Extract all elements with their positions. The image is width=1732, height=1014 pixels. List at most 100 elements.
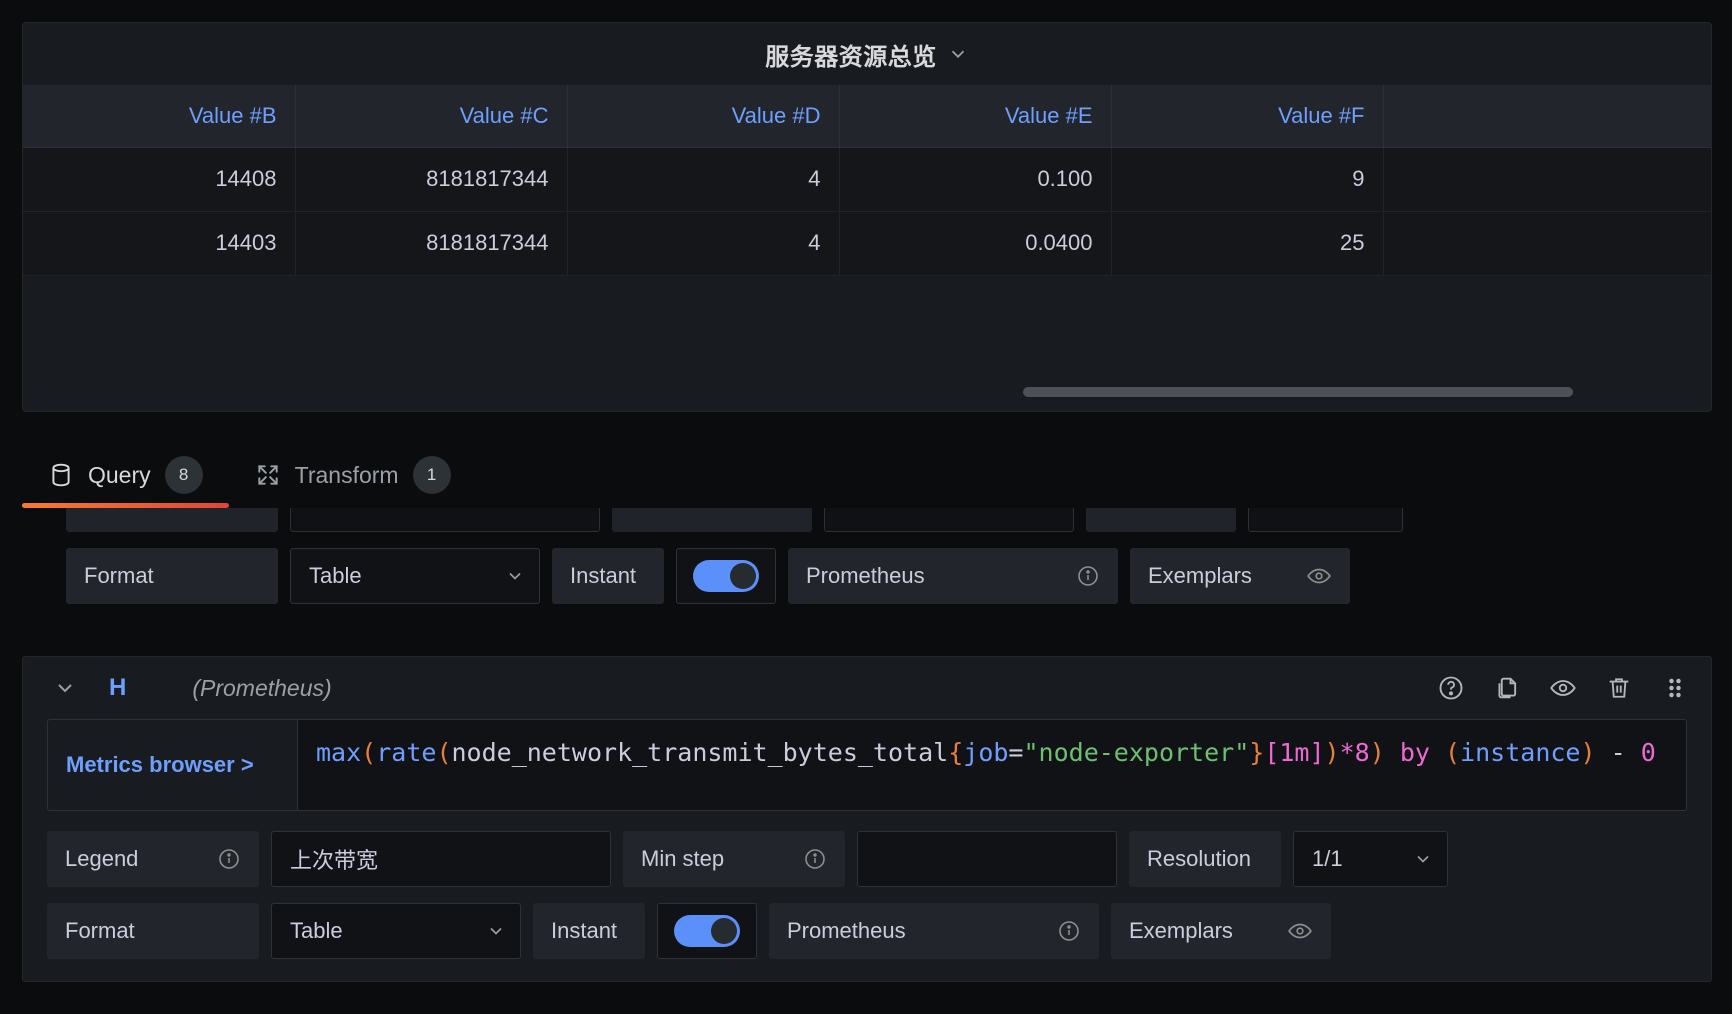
chevron-down-icon	[1413, 849, 1433, 869]
resolution-label-clipped	[1086, 508, 1236, 532]
token-keyword-by: by	[1384, 738, 1446, 767]
visualization-panel: 服务器资源总览 Value #B Value #C Value #D Value…	[22, 22, 1712, 412]
token-func-max: max	[316, 738, 362, 767]
token-label-key: job	[963, 738, 1009, 767]
exemplars-label: Exemplars	[1130, 548, 1350, 604]
instant-label-text: Instant	[570, 563, 637, 588]
collapse-chevron-icon[interactable]	[47, 670, 83, 706]
scrollbar-thumb[interactable]	[1023, 387, 1573, 397]
clipped-options-row	[66, 508, 1403, 532]
token-group-label: instance	[1460, 738, 1581, 767]
token-paren: (	[1445, 738, 1461, 767]
table-header-row: Value #B Value #C Value #D Value #E Valu…	[23, 85, 1711, 148]
transform-icon	[255, 462, 281, 488]
token-range-duration: [1m]	[1264, 738, 1325, 767]
table-cell: 0.100	[839, 147, 1112, 212]
tab-transform-badge: 1	[412, 456, 451, 494]
table-row: 14403 8181817344 4 0.0400 25	[23, 211, 1711, 276]
table-header-cell[interactable]: Value #E	[839, 85, 1112, 148]
tab-transform-label: Transform	[294, 461, 399, 488]
table-header-cell[interactable]: Value #F	[1111, 85, 1384, 148]
table-cell: 4	[567, 147, 840, 212]
horizontal-scrollbar[interactable]	[23, 387, 1711, 397]
info-icon[interactable]	[1057, 919, 1081, 943]
table-header-cell[interactable]: Value #C	[295, 85, 568, 148]
query-row-body: Metrics browser > max(rate(node_network_…	[23, 719, 1711, 959]
datasource-label: Prometheus	[769, 903, 1099, 959]
token-label-value: "node-exporter"	[1023, 738, 1250, 767]
format-select[interactable]: Table	[271, 903, 521, 959]
info-icon[interactable]	[254, 508, 260, 522]
query-row-h: H (Prometheus) Metrics browser > max(rat…	[22, 656, 1712, 982]
chevron-down-icon[interactable]	[947, 43, 969, 65]
minstep-label-text: Min step	[641, 846, 725, 871]
info-icon[interactable]	[217, 847, 241, 871]
panel-title: 服务器资源总览	[765, 43, 937, 71]
legend-label-text	[84, 508, 90, 522]
exemplars-label-text: Exemplars	[1148, 563, 1252, 588]
info-icon[interactable]	[1076, 564, 1100, 588]
metrics-browser-label: Metrics browser >	[66, 752, 254, 777]
query-datasource-name: (Prometheus)	[192, 674, 332, 701]
datasource-label-text: Prometheus	[806, 563, 925, 588]
resolution-select-clipped[interactable]	[1248, 508, 1403, 532]
format-label: Format	[47, 903, 259, 959]
tab-query-badge: 8	[164, 456, 203, 494]
table-cell: 4	[567, 211, 840, 276]
minstep-label-clipped	[612, 508, 812, 532]
instant-toggle[interactable]	[657, 903, 757, 959]
table-header-cell[interactable]: Va	[1383, 85, 1711, 148]
table-scroll-area[interactable]: Value #B Value #C Value #D Value #E Valu…	[23, 85, 1711, 411]
eye-icon[interactable]	[1287, 918, 1313, 944]
resolution-select[interactable]: 1/1	[1293, 831, 1448, 887]
token-number: 8	[1354, 738, 1370, 767]
legend-input-clipped[interactable]	[290, 508, 600, 532]
duplicate-icon[interactable]	[1493, 674, 1521, 702]
minstep-input[interactable]	[857, 831, 1117, 887]
token-operator-minus: -	[1595, 738, 1641, 767]
minstep-input-clipped[interactable]	[824, 508, 1074, 532]
token-metric-name: node_network_transmit_bytes_total	[451, 738, 949, 767]
instant-label: Instant	[552, 548, 664, 604]
eye-icon[interactable]	[1549, 674, 1577, 702]
legend-input[interactable]: 上次带宽	[271, 831, 611, 887]
format-label-text: Format	[84, 563, 154, 588]
table-cell: 0.0400	[839, 211, 1112, 276]
info-icon[interactable]	[803, 847, 827, 871]
token-func-rate: rate	[376, 738, 437, 767]
datasource-label-text: Prometheus	[787, 918, 906, 943]
legend-label: Legend	[47, 831, 259, 887]
query-row-actions	[1437, 674, 1689, 702]
format-select[interactable]: Table	[290, 548, 540, 604]
resolution-label-text: Resolution	[1147, 846, 1251, 871]
drag-handle-icon[interactable]	[1661, 674, 1689, 702]
legend-options-row: Legend 上次带宽 Min step Resolution 1/1	[47, 831, 1687, 887]
token-paren: (	[436, 738, 452, 767]
instant-label: Instant	[533, 903, 645, 959]
table-header-cell[interactable]: Value #D	[567, 85, 840, 148]
tab-transform[interactable]: Transform 1	[229, 456, 477, 508]
legend-input-value: 上次带宽	[290, 848, 379, 873]
promql-expression-input[interactable]: max(rate(node_network_transmit_bytes_tot…	[297, 719, 1687, 811]
legend-label-text: Legend	[65, 846, 139, 871]
exemplars-label-text: Exemplars	[1129, 918, 1233, 943]
expression-row: Metrics browser > max(rate(node_network_…	[47, 719, 1687, 811]
token-paren: )	[1324, 738, 1340, 767]
exemplars-label: Exemplars	[1111, 903, 1331, 959]
trash-icon[interactable]	[1605, 674, 1633, 702]
table-cell: 14403	[23, 211, 296, 276]
chevron-down-icon	[486, 921, 506, 941]
instant-toggle[interactable]	[676, 548, 776, 604]
token-operator: =	[1008, 738, 1024, 767]
query-ref-id[interactable]: H	[109, 674, 126, 702]
format-options-row-previous: Format Table Instant Prometheus Exemplar…	[66, 548, 1350, 604]
token-number: 0	[1640, 738, 1656, 767]
token-paren: )	[1369, 738, 1385, 767]
tab-query[interactable]: Query 8	[22, 456, 229, 508]
token-paren: (	[361, 738, 377, 767]
eye-icon[interactable]	[1306, 563, 1332, 589]
table-header-cell[interactable]: Value #B	[23, 85, 296, 148]
help-icon[interactable]	[1437, 674, 1465, 702]
format-label-text: Format	[65, 918, 135, 943]
metrics-browser-link[interactable]: Metrics browser >	[47, 719, 297, 811]
